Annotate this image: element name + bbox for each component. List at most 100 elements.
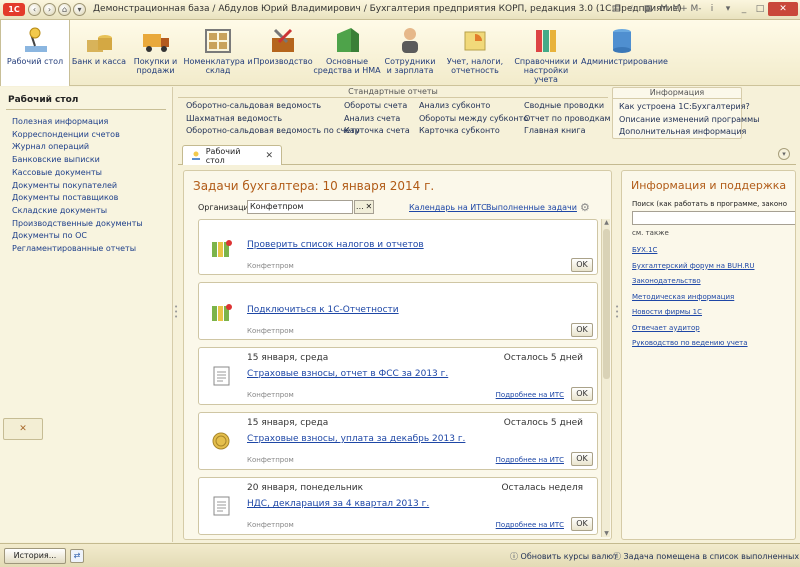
nav-item[interactable]: Журнал операций <box>12 141 143 154</box>
nav-item[interactable]: Документы по ОС <box>12 230 143 243</box>
section-references[interactable]: Справочники и настройки учета <box>511 20 581 86</box>
nav-item[interactable]: Банковские выписки <box>12 154 143 167</box>
toolbar-icon-4[interactable]: M <box>656 2 672 16</box>
more-its-link[interactable]: Подробнее на ИТС <box>496 456 564 464</box>
section-accounting[interactable]: Учет, налоги, отчетность <box>439 20 511 86</box>
select-icon[interactable]: … <box>356 201 364 213</box>
info-icon[interactable]: i <box>704 2 720 16</box>
section-production[interactable]: Производство <box>253 20 313 86</box>
report-link[interactable]: Оборотно-сальдовая ведомость по счету <box>186 125 360 138</box>
task-title-link[interactable]: Подключиться к 1С-Отчетности <box>247 305 399 315</box>
back-icon[interactable]: ‹ <box>28 3 41 16</box>
toolbar-icon-3[interactable]: ▦ <box>640 2 656 16</box>
organization-field[interactable]: Конфетпром <box>247 200 353 214</box>
task-done-message[interactable]: ⓘ Задача помещена в список выполненных <box>613 551 799 562</box>
toolbar-icon-5[interactable]: M+ <box>672 2 688 16</box>
section-purchases[interactable]: Покупки и продажи <box>128 20 183 86</box>
nav-item[interactable]: Корреспонденции счетов <box>12 129 143 142</box>
close-button[interactable]: ✕ <box>768 2 798 16</box>
report-link[interactable]: Главная книга <box>524 125 611 138</box>
ok-button[interactable]: OK <box>571 452 593 466</box>
nav-item[interactable]: Документы поставщиков <box>12 192 143 205</box>
report-link[interactable]: Обороты между субконто <box>419 113 528 126</box>
clear-icon[interactable]: ✕ <box>365 201 372 213</box>
chevron-down-icon[interactable]: ▾ <box>778 148 790 160</box>
dropdown-icon[interactable]: ▾ <box>720 2 736 16</box>
scroll-down-icon[interactable]: ▼ <box>603 530 610 537</box>
support-link[interactable]: Методическая информация <box>632 290 755 306</box>
task-title-link[interactable]: Страховые взносы, отчет в ФСС за 2013 г. <box>247 369 448 379</box>
ok-button[interactable]: OK <box>571 258 593 272</box>
close-panel-button[interactable]: ✕ <box>3 418 43 440</box>
more-its-link[interactable]: Подробнее на ИТС <box>496 391 564 399</box>
status-bar: История... ⇄ ⓘ Обновить курсы валют ⓘ За… <box>0 543 800 567</box>
tasks-scrollbar[interactable]: ▲ ▼ <box>601 219 610 537</box>
app-logo: 1С <box>3 3 25 16</box>
calendar-link[interactable]: Календарь на ИТС <box>409 203 487 212</box>
tab-desktop[interactable]: Рабочий стол ✕ <box>182 145 282 165</box>
maximize-button[interactable]: □ <box>752 2 768 16</box>
scroll-thumb[interactable] <box>603 229 610 379</box>
task-date: 15 января, среда <box>247 353 329 363</box>
close-icon[interactable]: ✕ <box>265 151 273 161</box>
nav-item[interactable]: Документы покупателей <box>12 180 143 193</box>
report-link[interactable]: Карточка субконто <box>419 125 528 138</box>
employee-icon <box>394 26 426 54</box>
nav-item[interactable]: Полезная информация <box>12 116 143 129</box>
report-link[interactable]: Карточка счета <box>344 125 410 138</box>
reports-column: Сводные проводки Отчет по проводкам Глав… <box>524 100 611 138</box>
ok-button[interactable]: OK <box>571 323 593 337</box>
history-button[interactable]: История... <box>4 548 66 564</box>
support-link[interactable]: Бухгалтерский форум на BUH.RU <box>632 259 755 275</box>
section-desktop[interactable]: Рабочий стол <box>0 20 70 86</box>
support-link[interactable]: Отвечает аудитор <box>632 321 755 337</box>
support-title: Информация и поддержка <box>631 179 787 192</box>
toolbar-icon-2[interactable]: ☆ <box>624 2 640 16</box>
ok-button[interactable]: OK <box>571 387 593 401</box>
home-icon[interactable]: ⌂ <box>58 3 71 16</box>
task-title-link[interactable]: Страховые взносы, уплата за декабрь 2013… <box>247 434 465 444</box>
support-link[interactable]: БУХ.1С <box>632 243 755 259</box>
report-link[interactable]: Шахматная ведомость <box>186 113 360 126</box>
update-rates-link[interactable]: ⓘ Обновить курсы валют <box>510 551 618 562</box>
nav-item[interactable]: Регламентированные отчеты <box>12 243 143 256</box>
section-administration[interactable]: Администрирование <box>581 20 668 86</box>
support-link[interactable]: Новости фирмы 1С <box>632 305 755 321</box>
support-link[interactable]: Законодательство <box>632 274 755 290</box>
ok-button[interactable]: OK <box>571 517 593 531</box>
report-link[interactable]: Обороты счета <box>344 100 410 113</box>
organization-field-buttons: … ✕ <box>354 200 374 214</box>
windows-icon[interactable]: ⇄ <box>70 549 84 563</box>
toolbar-icon-6[interactable]: M- <box>688 2 704 16</box>
task-title-link[interactable]: Проверить список налогов и отчетов <box>247 240 424 250</box>
info-link[interactable]: Как устроена 1С:Бухгалтерия? <box>619 101 750 114</box>
report-link[interactable]: Анализ счета <box>344 113 410 126</box>
support-link[interactable]: Руководство по ведению учета <box>632 336 755 352</box>
minimize-button[interactable]: _ <box>736 2 752 16</box>
section-employees[interactable]: Сотрудники и зарплата <box>381 20 439 86</box>
section-fixed-assets[interactable]: Основные средства и НМА <box>313 20 381 86</box>
splitter-handle[interactable]: • • • <box>615 304 619 321</box>
more-its-link[interactable]: Подробнее на ИТС <box>496 521 564 529</box>
report-link[interactable]: Анализ субконто <box>419 100 528 113</box>
section-warehouse[interactable]: Номенклатура и склад <box>183 20 253 86</box>
section-bank[interactable]: Банк и касса <box>70 20 128 86</box>
report-link[interactable]: Сводные проводки <box>524 100 611 113</box>
gear-icon[interactable]: ⚙ <box>580 201 590 214</box>
search-input[interactable] <box>632 211 795 225</box>
nav-item[interactable]: Кассовые документы <box>12 167 143 180</box>
task-title-link[interactable]: НДС, декларация за 4 квартал 2013 г. <box>247 499 429 509</box>
nav-item[interactable]: Производственные документы <box>12 218 143 231</box>
scroll-up-icon[interactable]: ▲ <box>603 219 610 226</box>
splitter-handle[interactable]: • • • <box>174 304 178 321</box>
info-link[interactable]: Дополнительная информация <box>619 126 746 139</box>
menu-icon[interactable]: ▾ <box>73 3 86 16</box>
report-link[interactable]: Оборотно-сальдовая ведомость <box>186 100 360 113</box>
report-link[interactable]: Отчет по проводкам <box>524 113 611 126</box>
nav-item[interactable]: Складские документы <box>12 205 143 218</box>
toolbar-icon-1[interactable]: ▤ <box>608 2 624 16</box>
completed-tasks-link[interactable]: Выполненные задачи <box>486 203 577 212</box>
forward-icon[interactable]: › <box>43 3 56 16</box>
info-link[interactable]: Описание изменений программы <box>619 114 759 127</box>
books-icon <box>530 26 562 54</box>
